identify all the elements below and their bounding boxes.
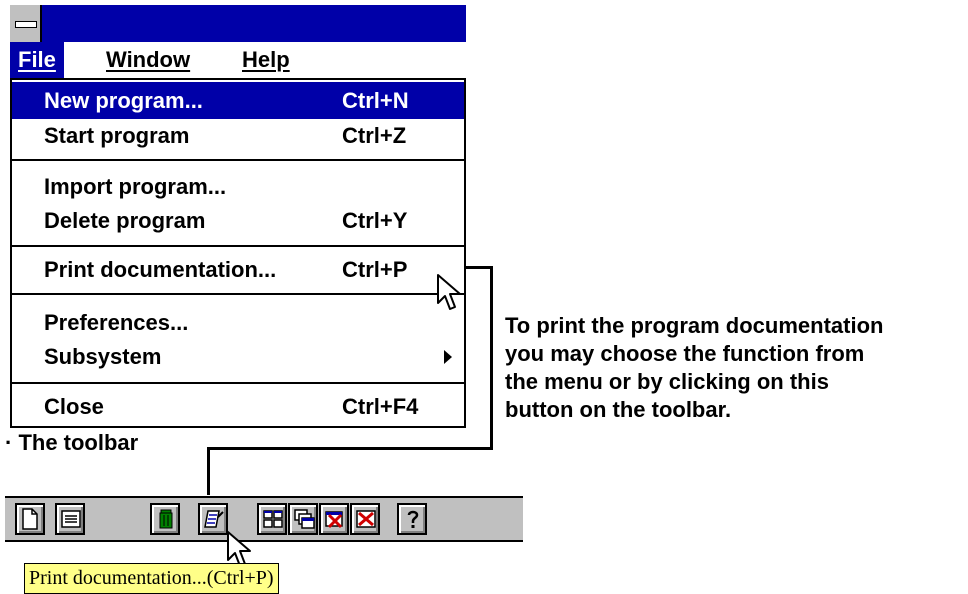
menu-help[interactable]: Help: [234, 42, 298, 78]
menu-item-label: Delete program: [44, 208, 206, 233]
cascade-windows-icon: [294, 509, 315, 529]
close-all-button[interactable]: [350, 503, 380, 535]
list-button[interactable]: [55, 503, 85, 535]
menu-item-label: Print documentation...: [44, 257, 277, 282]
cascade-windows-button[interactable]: [288, 503, 318, 535]
close-all-icon: [356, 510, 376, 528]
print-documentation-icon: [204, 510, 224, 528]
toolbar-caption: · The toolbar: [5, 430, 139, 455]
menu-item-label: Preferences...: [44, 310, 189, 335]
menu-window[interactable]: Window: [98, 42, 198, 78]
menu-item-delete-program[interactable]: Delete program Ctrl+Y: [12, 202, 464, 239]
help-button[interactable]: [397, 503, 427, 535]
menu-item-label: Start program: [44, 123, 190, 148]
menu-item-import-program[interactable]: Import program...: [12, 168, 464, 205]
menu-item-close[interactable]: Close Ctrl+F4: [12, 388, 464, 425]
delete-button[interactable]: [150, 503, 180, 535]
menu-item-preferences[interactable]: Preferences...: [12, 304, 464, 341]
file-menu-dropdown: New program... Ctrl+N Start program Ctrl…: [10, 80, 466, 428]
menu-item-shortcut: Ctrl+N: [342, 88, 409, 113]
callout-text: To print the program documentation you m…: [505, 313, 884, 422]
tile-windows-icon: [263, 510, 283, 528]
menu-item-shortcut: Ctrl+Y: [342, 208, 408, 233]
menu-bar: File Window Help: [10, 42, 466, 80]
callout-line: [466, 266, 493, 269]
window-title-bar: [10, 5, 466, 42]
list-icon: [61, 510, 81, 528]
menu-item-print-documentation[interactable]: Print documentation... Ctrl+P: [12, 251, 464, 288]
menu-item-label: Import program...: [44, 174, 227, 199]
tile-windows-button[interactable]: [257, 503, 287, 535]
menu-item-shortcut: Ctrl+Z: [342, 123, 407, 148]
menu-item-label: Subsystem: [44, 344, 162, 369]
close-window-icon: [325, 511, 343, 529]
menu-separator: [12, 382, 464, 384]
menu-separator: [12, 293, 464, 295]
new-document-icon: [22, 508, 38, 530]
system-menu-icon: [15, 21, 37, 28]
callout-line: [207, 447, 210, 495]
tooltip: Print documentation...(Ctrl+P): [24, 563, 279, 594]
new-document-button[interactable]: [15, 503, 45, 535]
toolbar: [5, 496, 523, 542]
menu-item-subsystem[interactable]: Subsystem: [12, 338, 464, 375]
print-documentation-button[interactable]: [198, 503, 228, 535]
menu-item-label: Close: [44, 394, 104, 419]
menu-item-label: New program...: [44, 88, 203, 113]
menu-separator: [12, 245, 464, 247]
callout-line: [490, 266, 493, 450]
system-menu-button[interactable]: [10, 5, 42, 42]
menu-file[interactable]: File: [10, 42, 64, 78]
menu-item-start-program[interactable]: Start program Ctrl+Z: [12, 117, 464, 154]
menu-item-shortcut: Ctrl+F4: [342, 394, 419, 419]
close-window-button[interactable]: [319, 503, 349, 535]
help-icon: [407, 510, 419, 528]
menu-item-new-program[interactable]: New program... Ctrl+N: [12, 82, 464, 119]
trash-icon: [159, 509, 173, 529]
callout-line: [207, 447, 493, 450]
menu-separator: [12, 159, 464, 161]
menu-item-shortcut: Ctrl+P: [342, 257, 408, 282]
mouse-cursor-icon: [437, 274, 461, 310]
submenu-arrow-icon: [444, 350, 452, 364]
